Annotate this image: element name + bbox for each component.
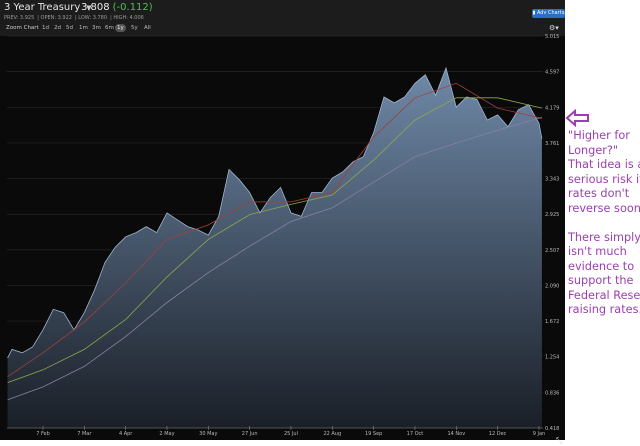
annotation-line: raising rates. (568, 303, 640, 316)
stat-high: HIGH: 4.006 (113, 15, 144, 21)
range-1y[interactable]: 1y (115, 24, 126, 32)
quote-stats: PREV: 3.925 | OPEN: 3.922 | LOW: 3.780 | HI… (4, 15, 144, 21)
x-tick-label: 7 Mar (77, 431, 92, 437)
x-tick-label: 22 Aug (323, 431, 341, 437)
x-tick-label: 2 May (159, 431, 174, 437)
annotation-line: evidence to (568, 259, 635, 273)
adv-charts-button[interactable]: ▮ Adv Charts (532, 9, 565, 18)
annotation-text: "Higher for Longer?" That idea is at ser… (568, 129, 640, 318)
stat-open: OPEN: 3.922 (40, 15, 72, 21)
range-5y[interactable]: 5y (129, 24, 140, 32)
x-tick-label: 9 Jan (533, 431, 545, 437)
range-1d[interactable]: 1d (40, 24, 51, 32)
range-5d[interactable]: 5d (64, 24, 75, 32)
chart-icon: ▮ (532, 10, 536, 16)
y-tick-label: 3.343 (545, 177, 559, 183)
annotation-line: isn't much (568, 245, 627, 258)
x-tick-label: 27 Jun (242, 431, 258, 437)
annotation-line: There simply (568, 230, 640, 244)
y-tick-label: 2.925 (545, 212, 559, 218)
y-tick-label: 2.507 (545, 248, 559, 254)
x-tick-label: 30 May (199, 431, 217, 437)
annotation-line: support the (568, 274, 634, 287)
resize-handle-icon[interactable]: ⤡ (556, 436, 562, 446)
x-tick-label: 14 Nov (447, 431, 465, 437)
y-tick-label: 4.179 (545, 105, 559, 111)
x-tick-label: 17 Oct (407, 431, 424, 437)
annotation-line: serious risk if (568, 172, 640, 186)
annotation-line: Federal Reserve (568, 288, 640, 302)
y-tick-label: 4.597 (545, 70, 559, 76)
y-tick-label: 1.672 (545, 319, 559, 325)
zoom-toolbar: Zoom Chart 1d 2d 5d 1m 3m 6m 1y 5y All (0, 22, 565, 36)
stat-low: LOW: 3.780 (78, 15, 108, 21)
annotation-line: Longer?" (568, 143, 619, 157)
y-tick-label: 2.090 (545, 283, 559, 289)
annotation-line (568, 216, 640, 231)
price-chart[interactable]: 5.0154.5974.1793.7613.3432.9252.5072.090… (0, 0, 565, 446)
annotation-line: "Higher for (568, 129, 630, 142)
annotation-line: rates don't (568, 187, 630, 200)
left-arrow-icon (565, 109, 589, 127)
x-tick-label: 19 Sep (365, 431, 382, 437)
y-tick-label: 1.254 (545, 355, 559, 361)
annotation-line: That idea is at (568, 158, 640, 171)
range-6m[interactable]: 6m (103, 24, 116, 32)
range-3m[interactable]: 3m (90, 24, 103, 32)
x-tick-label: 7 Feb (36, 431, 50, 437)
y-tick-label: 3.761 (545, 141, 559, 147)
stat-prev: PREV: 3.925 (4, 15, 35, 21)
gear-icon[interactable]: ⚙▾ (549, 24, 559, 32)
x-tick-label: 25 Jul (284, 431, 298, 437)
y-tick-label: 0.836 (545, 390, 559, 396)
symbol-selector[interactable]: 3 Year Treasury ▼ (4, 2, 92, 13)
price-change: (-0.112) (112, 2, 153, 13)
zoom-chart-label: Zoom Chart (6, 25, 39, 31)
x-tick-label: 4 Apr (119, 431, 133, 437)
last-price: 3.808 (81, 2, 110, 13)
price-readout: 3.808 (-0.112) (81, 2, 153, 13)
symbol-title: 3 Year Treasury (4, 2, 81, 13)
range-2d[interactable]: 2d (52, 24, 63, 32)
adv-charts-label: Adv Charts (536, 10, 565, 16)
range-all[interactable]: All (142, 24, 153, 32)
range-1m[interactable]: 1m (77, 24, 90, 32)
annotation-line: reverse soon. (568, 201, 640, 215)
y-tick-label: 0.418 (545, 426, 559, 432)
x-tick-label: 12 Dec (489, 431, 507, 437)
